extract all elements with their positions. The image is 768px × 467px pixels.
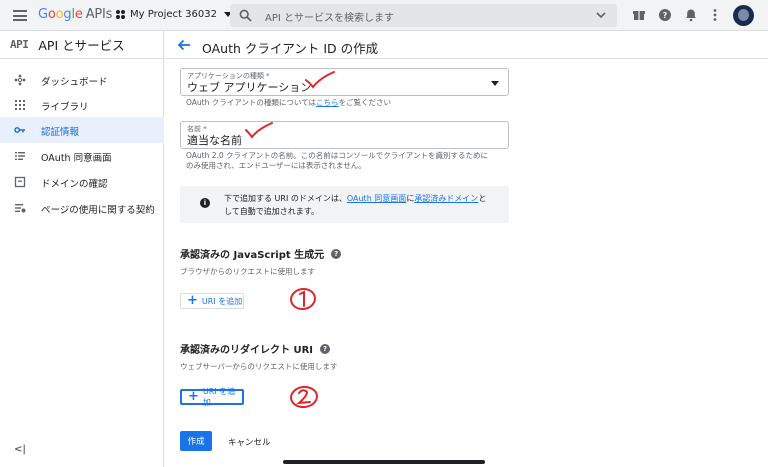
key-icon xyxy=(14,127,25,133)
sidebar-title: API とサービス xyxy=(38,38,125,53)
checkmark-annotation xyxy=(305,71,335,89)
sidebar-item-library[interactable]: ライブラリ xyxy=(0,92,164,118)
help-icon[interactable]: ? xyxy=(658,8,672,22)
redirect-uris-title: 承認済みのリダイレクト URI ? xyxy=(180,341,331,356)
info-text: 下で追加する URI のドメインは、 xyxy=(224,194,347,203)
chevron-down-icon[interactable] xyxy=(595,9,607,21)
sidebar-item-label: OAuth 同意画面 xyxy=(41,153,112,164)
add-uri-label: URI を追加 xyxy=(202,387,236,407)
svg-text:?: ? xyxy=(663,11,668,20)
menu-icon[interactable] xyxy=(13,10,27,21)
application-type-select[interactable]: アプリケーションの種類 * ウェブ アプリケーション xyxy=(180,68,509,96)
sidebar-item-label: ダッシュボード xyxy=(41,77,108,88)
authorized-domains-link[interactable]: 承認済みドメイン xyxy=(414,194,478,203)
dashboard-icon xyxy=(14,74,26,86)
application-type-hint: OAuth クライアントの種類についてはこちらをご覧ください xyxy=(186,98,391,108)
create-label: 作成 xyxy=(187,437,205,447)
plus-icon: + xyxy=(187,293,198,308)
sidebar-item-credentials[interactable]: 認証情報 xyxy=(0,117,164,143)
sidebar-item-dashboard[interactable]: ダッシュボード xyxy=(0,67,164,93)
create-button[interactable]: 作成 xyxy=(180,431,212,451)
sidebar-item-label: 認証情報 xyxy=(41,127,80,138)
google-apis-logo[interactable]: Google APIs xyxy=(38,7,112,22)
project-name: My Project 36032 xyxy=(130,9,217,20)
cancel-button[interactable]: キャンセル xyxy=(228,436,271,448)
oauth-consent-link[interactable]: OAuth 同意画面 xyxy=(347,194,406,203)
project-dots-icon xyxy=(116,10,125,19)
library-icon xyxy=(15,100,25,110)
hint-text: OAuth クライアントの種類については xyxy=(186,98,317,107)
add-uri-label: URI を追加 xyxy=(201,296,243,306)
help-icon[interactable]: ? xyxy=(320,343,331,354)
add-js-origin-uri-button[interactable]: + URI を追加 xyxy=(180,293,244,309)
search-bar[interactable]: API とサービスを検索します xyxy=(230,4,617,27)
domain-check-icon xyxy=(14,176,26,188)
sidebar-item-label: ページの使用に関する契約 xyxy=(41,205,155,216)
name-hint-line: OAuth 2.0 クライアントの名前。この名前はコンソールでクライアントを識別… xyxy=(186,151,488,160)
logo-letter: o xyxy=(47,7,56,22)
circled-one-annotation xyxy=(290,287,316,311)
domain-info-text: 下で追加する URI のドメインは、OAuth 同意画面に承認済みドメインと して… xyxy=(224,192,504,218)
consent-icon xyxy=(15,152,25,160)
logo-suffix: APIs xyxy=(85,7,113,22)
page-header: OAuth クライアント ID の作成 xyxy=(165,31,768,59)
info-text: と xyxy=(478,194,487,203)
more-vert-icon[interactable] xyxy=(708,8,722,22)
js-origins-description: ブラウザからのリクエストに使用します xyxy=(180,267,315,276)
gift-icon[interactable] xyxy=(632,8,646,22)
search-placeholder: API とサービスを検索します xyxy=(265,13,394,24)
plus-icon: + xyxy=(188,389,199,404)
sidebar-item-label: ライブラリ xyxy=(41,102,89,113)
js-origins-title: 承認済みの JavaScript 生成元 ? xyxy=(180,246,342,261)
bell-icon[interactable] xyxy=(684,8,698,22)
page-title: OAuth クライアント ID の作成 xyxy=(202,41,379,56)
name-input[interactable]: 名前 * 適当な名前 xyxy=(180,121,509,149)
sidebar-item-page-usage-agreements[interactable]: ページの使用に関する契約 xyxy=(0,195,164,221)
sidebar: API API とサービス ダッシュボード ライブラリ 認証情報 OAuth 同… xyxy=(0,31,164,467)
search-icon xyxy=(239,9,252,22)
logo-letter: G xyxy=(38,7,48,22)
name-hint-line: のみ使用され、エンドユーザーには表示されません。 xyxy=(186,161,366,170)
js-origins-title-text: 承認済みの JavaScript 生成元 xyxy=(180,250,325,261)
application-type-value: ウェブ アプリケーション xyxy=(187,81,312,94)
dropdown-caret-icon xyxy=(491,81,499,86)
collapse-sidebar-icon[interactable]: <| xyxy=(14,444,26,455)
redirect-uris-title-text: 承認済みのリダイレクト URI xyxy=(180,345,314,356)
client-types-link[interactable]: こちら xyxy=(316,98,339,107)
logo-letter: e xyxy=(74,7,83,22)
back-arrow-icon[interactable] xyxy=(177,38,191,52)
avatar[interactable] xyxy=(733,5,754,26)
hint-text: をご覧ください xyxy=(338,98,392,107)
redirect-uris-description: ウェブサーバーからのリクエストに使用します xyxy=(180,362,338,371)
circled-two-annotation xyxy=(290,385,318,409)
info-icon: i xyxy=(200,198,210,208)
sidebar-header: API API とサービス xyxy=(0,31,163,59)
sidebar-item-domain-verification[interactable]: ドメインの確認 xyxy=(0,169,164,195)
project-selector[interactable]: My Project 36032 xyxy=(116,9,232,20)
sidebar-item-label: ドメインの確認 xyxy=(41,179,108,190)
sidebar-item-oauth-consent[interactable]: OAuth 同意画面 xyxy=(0,143,164,169)
add-redirect-uri-button[interactable]: + URI を追加 xyxy=(180,387,244,407)
top-app-bar: Google APIs My Project 36032 API とサービスを検索… xyxy=(0,0,768,31)
page-settings-icon xyxy=(15,204,26,213)
checkmark-annotation xyxy=(245,122,273,139)
home-indicator xyxy=(283,460,485,464)
name-hint: OAuth 2.0 クライアントの名前。この名前はコンソールでクライアントを識別… xyxy=(186,151,488,171)
domain-info-box: i 下で追加する URI のドメインは、OAuth 同意画面に承認済みドメインと… xyxy=(180,186,509,223)
name-value: 適当な名前 xyxy=(187,134,242,147)
api-logo: API xyxy=(10,38,29,51)
info-text: して自動で追加されます。 xyxy=(224,207,319,216)
help-icon[interactable]: ? xyxy=(331,248,342,259)
